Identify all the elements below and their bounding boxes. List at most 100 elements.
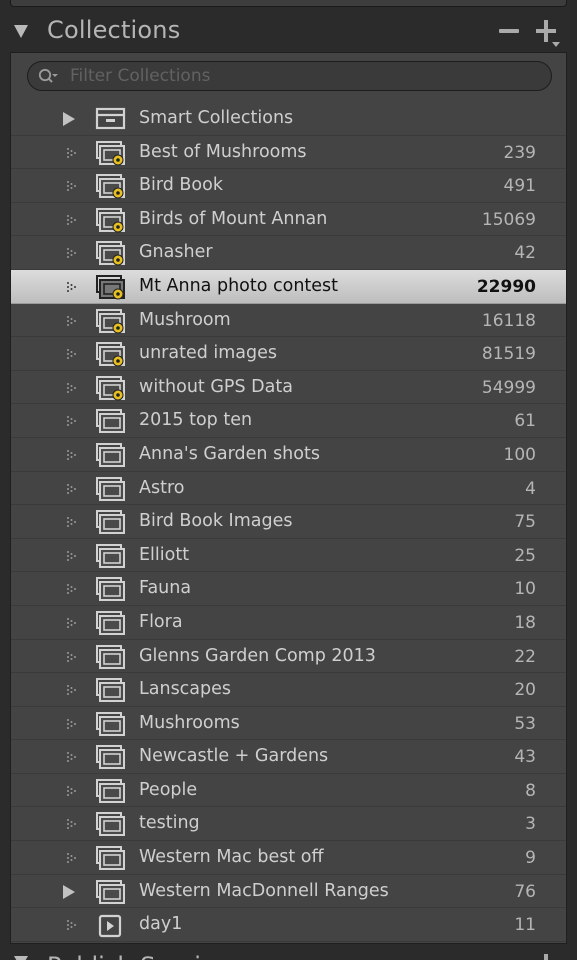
dotted-expand-icon[interactable] [66,582,78,596]
collection-icon [96,812,125,837]
collection-icon [96,879,125,904]
collection-row[interactable]: Western MacDonnell Ranges 76 [11,875,566,909]
collection-row[interactable]: Lanscapes 20 [11,673,566,707]
expand-arrow-icon[interactable] [63,112,75,126]
collection-count: 16118 [481,310,536,331]
dotted-expand-icon[interactable] [66,482,78,496]
collection-name: Lanscapes [139,679,232,700]
collection-row[interactable]: Anna's Garden shots 100 [11,438,566,472]
dotted-expand-icon[interactable] [66,817,78,831]
collection-count: 15069 [481,209,536,230]
filter-collections-box[interactable] [27,61,552,91]
dotted-expand-icon[interactable] [66,246,78,260]
collection-row[interactable]: Bird Book 491 [11,169,566,203]
dotted-expand-icon[interactable] [66,448,78,462]
expand-arrow-icon[interactable] [63,884,75,899]
collection-count: 4 [525,478,536,499]
collection-count: 491 [503,176,536,197]
dotted-expand-icon[interactable] [66,347,78,361]
collection-count: 239 [503,142,536,163]
collection-row[interactable]: Elliott 25 [11,539,566,573]
dotted-expand-icon[interactable] [66,381,78,395]
collection-icon [96,476,125,501]
panel-title: Collections [47,16,181,44]
collection-row[interactable]: People 8 [11,774,566,808]
collection-row[interactable]: Astro 4 [11,472,566,506]
collection-row[interactable]: Newcastle + Gardens 43 [11,740,566,774]
collection-row[interactable]: Western Mac best off 9 [11,841,566,875]
collection-icon [96,644,125,669]
collection-name: Elliott [139,544,190,565]
dotted-expand-icon[interactable] [66,750,78,764]
dotted-expand-icon[interactable] [66,179,78,193]
collection-name: Gnasher [139,242,213,263]
collection-row[interactable]: Flora 18 [11,606,566,640]
collection-row[interactable]: 2015 top ten 61 [11,404,566,438]
collection-count: 22990 [476,276,536,297]
collection-name: day1 [139,914,183,935]
collection-row[interactable]: Fauna 10 [11,572,566,606]
collection-count: 42 [514,243,536,264]
collection-row[interactable]: Birds of Mount Annan 15069 [11,203,566,237]
dotted-expand-icon[interactable] [66,616,78,630]
dotted-expand-icon[interactable] [66,414,78,428]
search-icon[interactable] [38,67,58,87]
dotted-expand-icon[interactable] [66,213,78,227]
collection-name: testing [139,813,200,834]
collection-row[interactable]: Mushrooms 53 [11,707,566,741]
collection-icon [96,678,125,703]
dotted-expand-icon[interactable] [66,146,78,160]
collection-row[interactable]: Mushroom 16118 [11,304,566,338]
collection-name: Glenns Garden Comp 2013 [139,645,376,666]
filter-collections-input[interactable] [70,65,530,87]
collection-row[interactable]: Smart Collections [11,102,566,136]
collection-name: Mushroom [139,309,231,330]
collection-row[interactable]: day1 11 [11,908,566,942]
collection-row[interactable]: Mt Anna photo contest 22990 [11,269,566,304]
panel-collapse-triangle-icon[interactable] [14,956,28,960]
panel-collapse-triangle-icon[interactable] [14,25,28,38]
collection-icon [96,610,125,635]
smart-collection-icon [96,375,125,401]
collection-row[interactable]: Glenns Garden Comp 2013 22 [11,640,566,674]
smart-collection-icon [96,274,125,300]
collection-name: Fauna [139,578,192,599]
add-publish-service-button[interactable] [536,954,558,960]
dotted-expand-icon[interactable] [66,851,78,865]
collection-name: Newcastle + Gardens [139,746,329,767]
collection-row[interactable]: testing 3 [11,807,566,842]
collection-name: Smart Collections [139,108,294,128]
collection-row[interactable]: Best of Mushrooms 239 [11,136,566,170]
collection-row[interactable]: without GPS Data 54999 [11,371,566,405]
collections-panel-header[interactable]: Collections [0,12,577,52]
collection-name: unrated images [139,343,278,364]
dotted-expand-icon[interactable] [66,280,78,294]
dotted-expand-icon[interactable] [66,650,78,664]
add-collection-button[interactable] [536,20,560,47]
dotted-expand-icon[interactable] [66,683,78,697]
top-panel-edge [0,0,577,12]
dotted-expand-icon[interactable] [66,549,78,563]
smart-collection-icon [96,207,125,233]
collection-icon [96,409,125,434]
collection-icon [96,543,125,568]
collection-row[interactable]: Gnasher 42 [11,236,566,270]
collection-name: People [139,779,198,800]
dotted-expand-icon[interactable] [66,717,78,731]
collection-name: Mushrooms [139,712,240,733]
collection-icon [96,442,125,467]
dotted-expand-icon[interactable] [66,515,78,529]
publish-services-panel-header[interactable]: Publish Services [0,944,577,960]
collection-count: 9 [525,848,536,869]
collection-count: 53 [514,713,536,734]
collection-name: Bird Book Images [139,511,293,532]
collection-icon [96,711,125,736]
dotted-expand-icon[interactable] [66,918,78,932]
collection-row[interactable]: unrated images 81519 [11,337,566,371]
remove-collection-button[interactable] [499,29,519,33]
dotted-expand-icon[interactable] [66,784,78,798]
collection-list: Smart Collections Best of Mushrooms 239 B… [11,102,566,942]
collections-panel: Smart Collections Best of Mushrooms 239 B… [10,52,567,944]
dotted-expand-icon[interactable] [66,314,78,328]
collection-row[interactable]: Bird Book Images 75 [11,505,566,539]
